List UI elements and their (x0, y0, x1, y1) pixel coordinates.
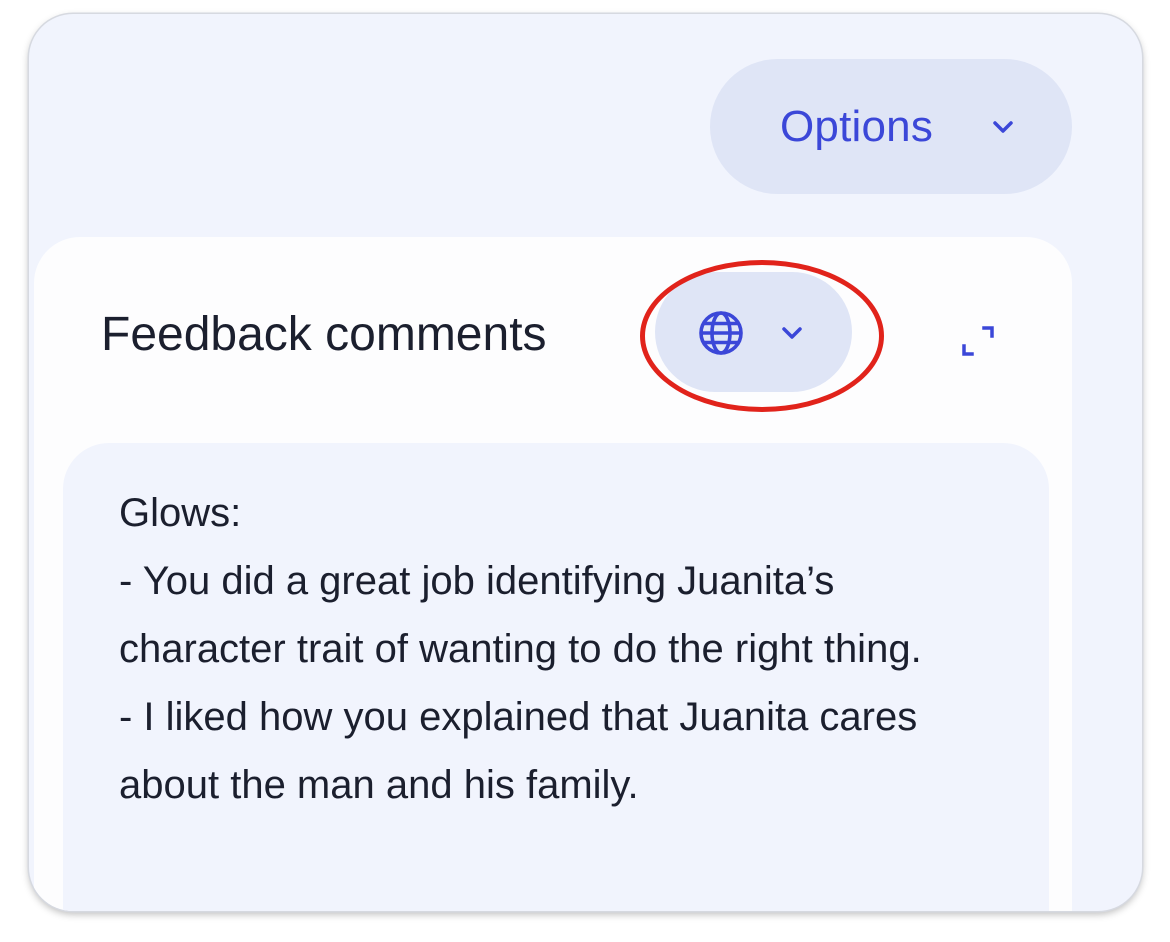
feedback-window: Options Feedback comments Glows: - You d… (29, 14, 1142, 911)
language-dropdown-button[interactable] (655, 272, 852, 392)
chevron-down-icon (782, 327, 802, 339)
options-label: Options (780, 101, 934, 151)
comment-box: Glows: - You did a great job identifying… (63, 443, 1049, 911)
feedback-card: Feedback comments Glows: - You did a gre… (34, 237, 1072, 911)
chevron-down-icon (993, 121, 1013, 133)
feedback-title: Feedback comments (101, 308, 547, 361)
globe-icon (699, 311, 743, 355)
expand-icon[interactable] (960, 324, 996, 358)
comment-text: Glows: - You did a great job identifying… (119, 491, 922, 807)
options-button[interactable]: Options (710, 59, 1072, 194)
